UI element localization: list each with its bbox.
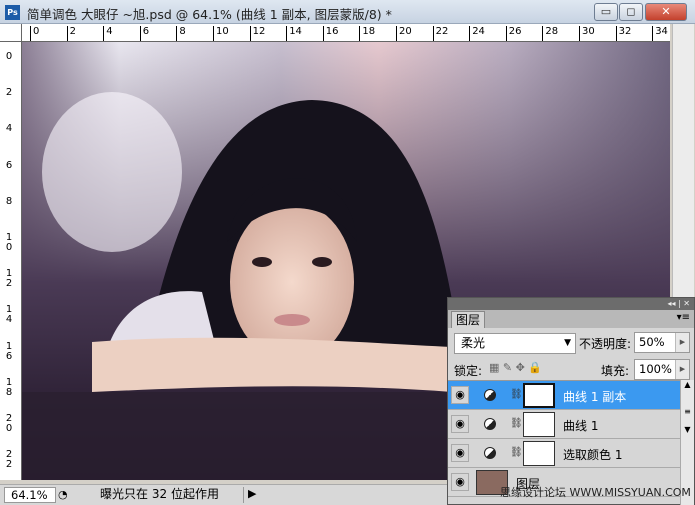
link-icon[interactable]: ⛓: [510, 389, 523, 400]
close-button[interactable]: ✕: [645, 3, 687, 21]
fill-field[interactable]: 100% ▶: [634, 359, 690, 380]
layer-row[interactable]: ◉ ⛓ 选取颜色 1: [448, 439, 680, 468]
layer-row[interactable]: ◉ ⛓ 曲线 1 副本: [448, 381, 680, 410]
opacity-field[interactable]: 50% ▶: [634, 332, 690, 353]
ruler-tick-label: 4: [5, 123, 13, 135]
opacity-slider-arrow[interactable]: ▶: [675, 333, 689, 352]
blend-mode-value: 柔光: [461, 336, 486, 350]
minimize-button[interactable]: ▭: [594, 3, 618, 21]
ruler-tick-label: 34: [652, 26, 668, 41]
ruler-tick-label: 8: [176, 26, 186, 41]
ruler-tick-label: 6: [5, 159, 13, 171]
opacity-label: 不透明度:: [579, 337, 632, 351]
fill-slider-arrow[interactable]: ▶: [675, 360, 689, 379]
maximize-button[interactable]: ◻: [619, 3, 643, 21]
fill-label: 填充:: [601, 364, 630, 378]
lock-pixels-icon[interactable]: ✎: [503, 361, 512, 374]
blend-mode-select[interactable]: 柔光 ▼: [454, 333, 576, 354]
chevron-down-icon: ▼: [564, 338, 571, 348]
adjustment-layer-icon: [484, 389, 496, 401]
link-icon[interactable]: ⛓: [510, 418, 523, 429]
link-icon[interactable]: ⛓: [510, 447, 523, 458]
ruler-tick-label: 0: [5, 51, 13, 62]
ruler-tick-label: 12: [249, 26, 265, 41]
status-bar: 64.1% ◔ 曝光只在 32 位起作用 ▶: [0, 484, 447, 505]
layer-name: 曲线 1 副本: [563, 390, 627, 404]
opacity-value: 50%: [639, 335, 665, 349]
ruler-tick-label: 14: [5, 304, 13, 326]
layer-name: 选取颜色 1: [563, 448, 623, 462]
ruler-tick-label: 16: [5, 340, 13, 362]
eye-icon[interactable]: ◉: [451, 415, 469, 433]
ruler-tick-label: 26: [505, 26, 522, 41]
watermark: 思缘设计论坛 WWW.MISSYUAN.COM: [500, 486, 691, 499]
layer-mask-thumbnail[interactable]: [523, 412, 555, 437]
lock-all-icon[interactable]: 🔒: [528, 361, 542, 374]
ruler-tick-label: 20: [5, 413, 13, 434]
layer-mask-thumbnail[interactable]: [523, 441, 555, 466]
eye-icon[interactable]: ◉: [451, 473, 469, 491]
ruler-tick-label: 24: [469, 26, 485, 41]
ruler-tick-label: 32: [615, 26, 631, 41]
fill-value: 100%: [639, 362, 672, 376]
title-bar: Ps 简单调色 大眼仔 ~旭.psd @ 64.1% (曲线 1 副本, 图层蒙…: [0, 0, 695, 24]
eye-icon[interactable]: ◉: [451, 444, 469, 462]
lock-transparency-icon[interactable]: ▦: [489, 361, 499, 374]
horizontal-ruler[interactable]: 0 2 4 6 8 10 12 14 16 18 20 22 24 26 28 30 32 34: [22, 24, 670, 42]
ruler-tick-label: 0: [30, 26, 39, 41]
adjustment-layer-icon: [484, 447, 496, 459]
panel-collapse-bar[interactable]: ◂◂ | ✕: [448, 298, 694, 310]
ruler-tick-label: 22: [432, 26, 448, 41]
ruler-tick-label: 22: [5, 449, 13, 471]
status-message: 曝光只在 32 位起作用: [76, 487, 244, 503]
ruler-tick-label: 10: [213, 26, 229, 41]
tab-layers[interactable]: 图层: [451, 311, 485, 328]
ruler-tick-label: 18: [359, 26, 375, 41]
ruler-tick-label: 16: [322, 26, 339, 41]
ruler-tick-label: 12: [5, 268, 13, 290]
lock-label: 锁定:: [454, 364, 483, 378]
lock-icons[interactable]: ▦ ✎ ✥ 🔒: [489, 361, 542, 374]
ruler-tick-label: 4: [103, 26, 113, 41]
ruler-tick-label: 18: [5, 376, 13, 398]
vertical-ruler[interactable]: 0 2 4 6 8 10 12 14 16 18 20 22: [0, 42, 22, 480]
status-options-icon[interactable]: ◔: [58, 488, 68, 501]
ruler-tick-label: 10: [5, 232, 13, 253]
ruler-tick-label: 14: [286, 26, 302, 41]
layers-panel: ◂◂ | ✕ 图层 ▾≡ 柔光 ▼ 不透明度: 50% ▶ 锁定: ▦ ✎ ✥ 🔒 …: [447, 297, 695, 505]
document-title: 简单调色 大眼仔 ~旭.psd @ 64.1% (曲线 1 副本, 图层蒙版/8…: [27, 7, 392, 22]
ruler-tick-label: 2: [66, 26, 76, 41]
panel-menu-icon[interactable]: ▾≡: [677, 312, 690, 323]
lock-position-icon[interactable]: ✥: [516, 361, 525, 374]
ruler-tick-label: 2: [5, 87, 13, 99]
ruler-tick-label: 30: [579, 26, 595, 41]
layer-row[interactable]: ◉ ⛓ 曲线 1: [448, 410, 680, 439]
layer-mask-thumbnail[interactable]: [523, 383, 555, 408]
ruler-tick-label: 6: [139, 26, 149, 41]
status-menu-arrow[interactable]: ▶: [248, 487, 256, 500]
ruler-tick-label: 28: [542, 26, 558, 41]
ruler-origin[interactable]: [0, 24, 22, 42]
layer-name: 曲线 1: [563, 419, 599, 433]
zoom-level-field[interactable]: 64.1%: [4, 487, 56, 503]
eye-icon[interactable]: ◉: [451, 386, 469, 404]
ruler-tick-label: 8: [5, 195, 13, 207]
adjustment-layer-icon: [484, 418, 496, 430]
ruler-tick-label: 20: [396, 26, 412, 41]
photoshop-app-icon: Ps: [5, 5, 20, 20]
